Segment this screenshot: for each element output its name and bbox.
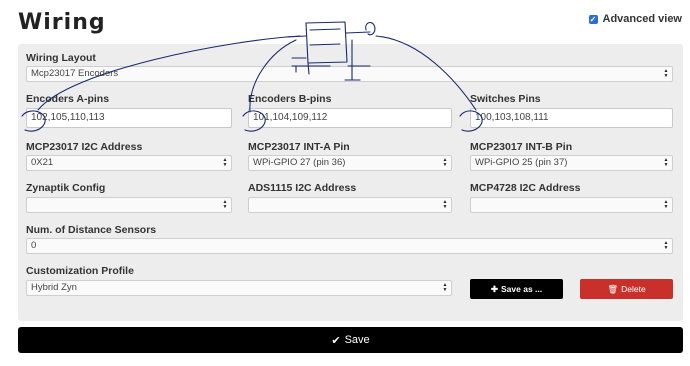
wiring-form-panel: Wiring Layout Mcp23017 Encoders ▲ ▼ Encod… xyxy=(18,44,683,321)
save-as-button[interactable]: ✚ Save as ... xyxy=(470,279,563,299)
delete-button[interactable]: 🗑 Delete xyxy=(580,279,673,299)
distance-sensors-label: Num. of Distance Sensors xyxy=(26,224,157,236)
mcp23017-i2c-label: MCP23017 I2C Address xyxy=(26,141,143,153)
switches-label: Switches Pins xyxy=(470,93,541,105)
mcp23017-int-b-select[interactable]: WPi-GPIO 25 (pin 37) ▲ ▼ xyxy=(470,155,673,171)
wiring-layout-label: Wiring Layout xyxy=(26,52,96,64)
select-arrows-icon: ▲ ▼ xyxy=(663,240,669,251)
ads1115-select[interactable]: ▲ ▼ xyxy=(248,197,452,213)
plus-icon: ✚ xyxy=(490,283,498,294)
trash-icon: 🗑 xyxy=(607,283,619,294)
customization-value: Hybrid Zyn xyxy=(31,282,77,293)
encoders-b-input[interactable]: 101,104,109,112 xyxy=(248,108,452,128)
encoders-a-label: Encoders A-pins xyxy=(26,93,110,105)
select-arrows-icon: ▲ ▼ xyxy=(663,157,669,168)
save-button[interactable]: ✔ Save xyxy=(18,327,683,353)
advanced-view-toggle[interactable]: ✓ Advanced view xyxy=(588,13,682,25)
save-label: Save xyxy=(344,334,370,346)
mcp23017-int-b-label: MCP23017 INT-B Pin xyxy=(470,141,573,153)
mcp23017-int-a-value: WPi-GPIO 27 (pin 36) xyxy=(253,157,346,168)
encoders-a-input[interactable]: 102,105,110,113 xyxy=(26,108,232,128)
select-arrows-icon: ▲ ▼ xyxy=(222,157,228,168)
save-as-label: Save as ... xyxy=(501,284,543,294)
customization-label: Customization Profile xyxy=(26,265,134,277)
wiring-layout-select[interactable]: Mcp23017 Encoders ▲ ▼ xyxy=(26,66,673,82)
mcp23017-i2c-select[interactable]: 0X21 ▲ ▼ xyxy=(26,155,232,171)
distance-sensors-select[interactable]: 0 ▲ ▼ xyxy=(26,238,673,254)
distance-sensors-value: 0 xyxy=(31,240,37,251)
select-arrows-icon: ▲ ▼ xyxy=(663,68,669,79)
mcp23017-int-b-value: WPi-GPIO 25 (pin 37) xyxy=(475,157,568,168)
mcp4728-select[interactable]: ▲ ▼ xyxy=(470,197,673,213)
zynaptik-label: Zynaptik Config xyxy=(26,182,106,194)
zynaptik-select[interactable]: ▲ ▼ xyxy=(26,197,232,213)
select-arrows-icon: ▲ ▼ xyxy=(442,282,448,293)
delete-label: Delete xyxy=(621,284,646,294)
checkbox-icon[interactable]: ✓ xyxy=(588,14,598,24)
select-arrows-icon: ▲ ▼ xyxy=(442,199,448,210)
mcp23017-int-a-select[interactable]: WPi-GPIO 27 (pin 36) ▲ ▼ xyxy=(248,155,452,171)
select-arrows-icon: ▲ ▼ xyxy=(222,199,228,210)
customization-select[interactable]: Hybrid Zyn ▲ ▼ xyxy=(26,280,452,296)
select-arrows-icon: ▲ ▼ xyxy=(442,157,448,168)
mcp4728-label: MCP4728 I2C Address xyxy=(470,182,581,194)
mcp23017-int-a-label: MCP23017 INT-A Pin xyxy=(248,141,350,153)
wiring-layout-value: Mcp23017 Encoders xyxy=(31,68,119,79)
advanced-view-label: Advanced view xyxy=(602,13,682,25)
ads1115-label: ADS1115 I2C Address xyxy=(248,182,357,194)
mcp23017-i2c-value: 0X21 xyxy=(31,157,54,168)
select-arrows-icon: ▲ ▼ xyxy=(663,199,669,210)
page-title: Wiring xyxy=(18,10,106,35)
switches-input[interactable]: 100,103,108,111 xyxy=(470,108,673,128)
check-icon: ✔ xyxy=(331,334,341,347)
encoders-b-label: Encoders B-pins xyxy=(248,93,332,105)
